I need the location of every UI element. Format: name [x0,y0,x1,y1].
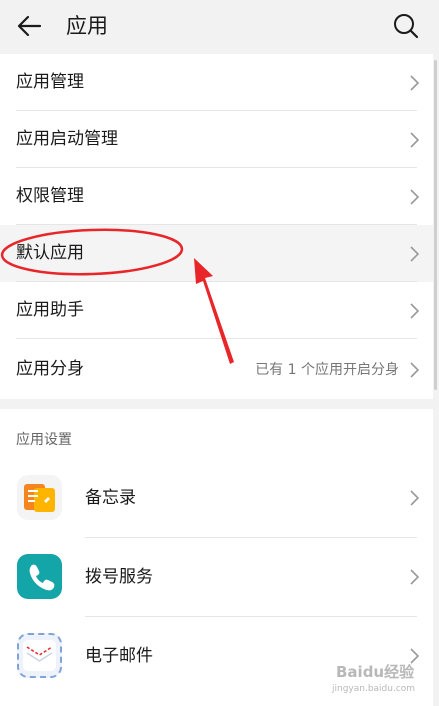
app-item-memo[interactable]: 备忘录 [0,459,433,538]
scrollbar[interactable] [434,60,437,390]
chevron-right-icon [410,362,420,378]
app-item-label: 备忘录 [85,488,136,508]
app-settings-card: 应用设置 备忘录 拨号服务 电子邮件 [0,409,433,706]
menu-item-permission-management[interactable]: 权限管理 [0,168,433,225]
search-icon [394,14,419,39]
chevron-right-icon [410,490,420,506]
menu-item-default-apps[interactable]: 默认应用 [0,225,433,282]
arrow-left-icon [17,15,42,37]
app-item-label: 拨号服务 [85,567,153,587]
chevron-right-icon [410,648,420,664]
menu-item-label: 应用启动管理 [16,129,118,149]
chevron-right-icon [410,189,420,205]
memo-icon [17,475,62,520]
app-item-dialer[interactable]: 拨号服务 [0,538,433,617]
menu-item-status-text: 已有 1 个应用开启分身 [255,362,399,378]
menu-item-label: 权限管理 [16,186,84,206]
menu-item-app-twin[interactable]: 应用分身 已有 1 个应用开启分身 [0,339,433,399]
menu-item-label: 应用分身 [16,359,84,379]
menu-item-app-startup-management[interactable]: 应用启动管理 [0,111,433,168]
phone-icon [17,554,62,599]
chevron-right-icon [410,303,420,319]
section-title: 应用设置 [16,432,72,448]
mail-icon [17,633,62,678]
chevron-right-icon [410,569,420,585]
app-menu-card: 应用管理 应用启动管理 权限管理 默认应用 应用助手 应用分身 已有 1 个应用… [0,54,433,399]
app-bar: 应用 [0,0,439,54]
menu-item-label: 默认应用 [16,243,84,263]
menu-item-app-assistant[interactable]: 应用助手 [0,282,433,339]
menu-item-app-management[interactable]: 应用管理 [0,54,433,111]
menu-item-label: 应用管理 [16,72,84,92]
search-button[interactable] [391,11,421,41]
app-item-label: 电子邮件 [85,646,153,666]
back-button[interactable] [14,10,46,42]
page-title: 应用 [66,14,108,38]
chevron-right-icon [410,246,420,262]
menu-item-label: 应用助手 [16,300,84,320]
chevron-right-icon [410,132,420,148]
app-item-email[interactable]: 电子邮件 [0,617,433,696]
chevron-right-icon [410,75,420,91]
